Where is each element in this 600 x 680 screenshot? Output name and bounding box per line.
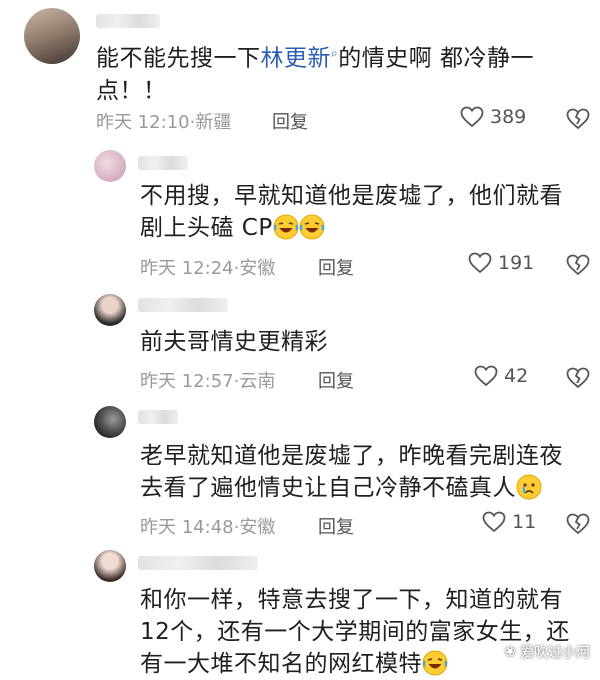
avatar[interactable] <box>94 294 126 326</box>
broken-heart-icon[interactable] <box>566 513 590 535</box>
location: 云南 <box>239 371 276 392</box>
heart-icon <box>474 365 498 387</box>
like-count: 389 <box>490 106 527 128</box>
location: 新疆 <box>195 112 232 133</box>
reply-button[interactable]: 回复 <box>272 108 308 134</box>
heart-icon <box>468 252 492 274</box>
comment-text-part: 能不能先搜一下 <box>96 45 261 72</box>
location: 安徽 <box>239 517 276 538</box>
comment-meta: 昨天 12:57·云南 <box>140 371 276 392</box>
reply-button[interactable]: 回复 <box>318 367 354 393</box>
reply-button[interactable]: 回复 <box>318 254 354 280</box>
like-button[interactable]: 191 <box>468 252 534 274</box>
watermark: ❀ 爱吹过小河 <box>504 644 590 661</box>
reply-button[interactable]: 回复 <box>318 513 354 539</box>
search-link[interactable]: 林更新 <box>261 46 332 72</box>
username-blurred[interactable] <box>138 556 258 570</box>
crying-emoji-icon <box>516 474 542 500</box>
comment-text-part: 的情史啊 都冷静一 <box>338 45 535 72</box>
like-button[interactable]: 42 <box>474 365 528 387</box>
like-button[interactable]: 389 <box>460 106 526 128</box>
broken-heart-icon[interactable] <box>566 254 590 276</box>
like-count: 191 <box>498 252 535 274</box>
username-blurred[interactable] <box>96 14 160 28</box>
timestamp: 昨天 12:24 <box>140 258 234 279</box>
comment-text: 老早就知道他是废墟了，昨晚看完剧连夜 去看了遍他情史让自己冷静不磕真人 <box>140 443 563 501</box>
like-count: 42 <box>504 365 529 387</box>
broken-heart-icon[interactable] <box>566 108 590 130</box>
comment-text-part: 点！！ <box>96 77 167 104</box>
timestamp: 昨天 12:57 <box>140 371 234 392</box>
username-blurred[interactable] <box>138 156 188 170</box>
heart-icon <box>460 106 484 128</box>
avatar[interactable] <box>94 150 126 182</box>
username-blurred[interactable] <box>138 298 228 312</box>
heart-icon <box>482 511 506 533</box>
username-blurred[interactable] <box>138 410 178 424</box>
avatar[interactable] <box>24 8 80 64</box>
avatar[interactable] <box>94 406 126 438</box>
comment-meta: 昨天 14:48·安徽 <box>140 517 276 538</box>
laughing-emoji-icon <box>422 650 448 676</box>
laughing-emoji-icon <box>273 214 299 240</box>
like-count: 11 <box>512 511 537 533</box>
broken-heart-icon[interactable] <box>566 367 590 389</box>
like-button[interactable]: 11 <box>482 511 536 533</box>
laughing-emoji-icon <box>299 214 325 240</box>
comment-text: 前夫哥情史更精彩 <box>140 329 328 355</box>
location: 安徽 <box>239 258 276 279</box>
timestamp: 昨天 12:10 <box>96 112 190 133</box>
comment-text: 和你一样，特意去搜了一下，知道的就有 12个，还有一个大学期间的富家女生，还 有… <box>140 587 570 677</box>
avatar[interactable] <box>94 550 126 582</box>
comment-text: 不用搜，早就知道他是废墟了，他们就看 剧上头磕 CP <box>140 183 563 241</box>
comment-meta: 昨天 12:24·安徽 <box>140 258 276 279</box>
timestamp: 昨天 14:48 <box>140 517 234 538</box>
watermark-logo-icon: ❀ <box>504 644 516 660</box>
comment-text: 能不能先搜一下林更新⌕的情史啊 都冷静一 点！！ <box>96 37 576 107</box>
comment-meta: 昨天 12:10·新疆 <box>96 112 232 133</box>
